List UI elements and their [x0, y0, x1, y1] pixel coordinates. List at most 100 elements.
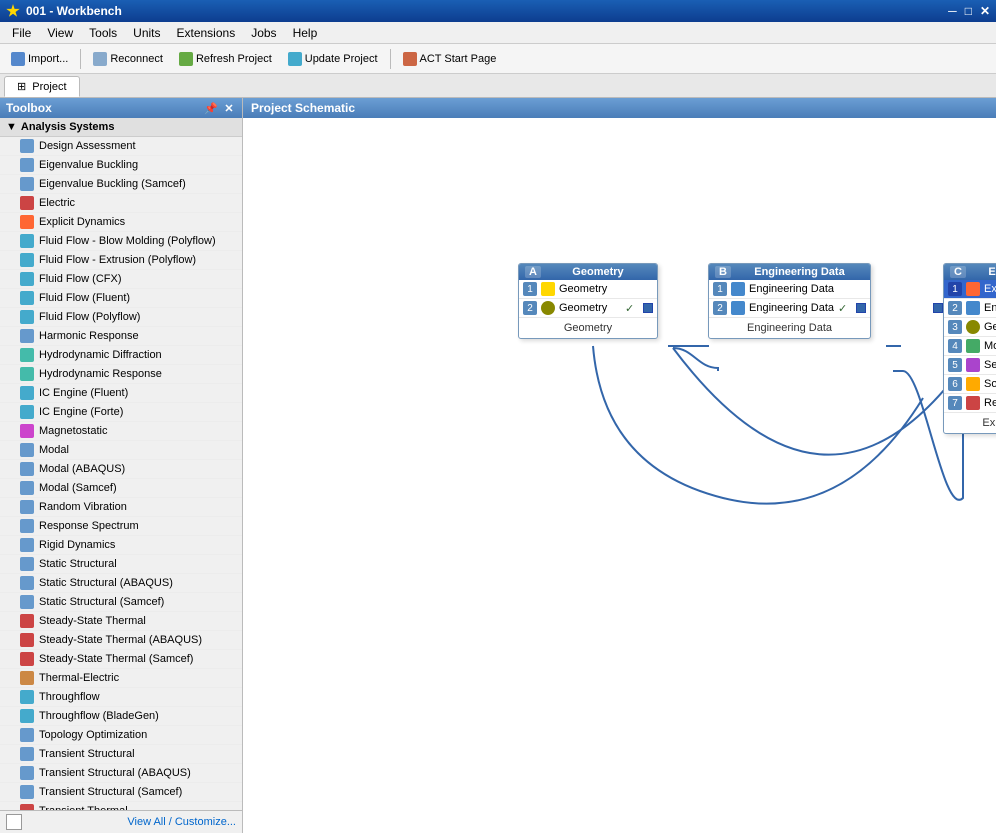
block-c: C Explicit Dynamics 1 Explicit Dynamics … — [943, 263, 996, 434]
menu-units[interactable]: Units — [125, 24, 168, 42]
block-b-row-2[interactable]: 2 Engineering Data ✓ — [709, 299, 870, 318]
menu-tools[interactable]: Tools — [81, 24, 125, 42]
item-label: Thermal-Electric — [39, 672, 119, 684]
toolbox-header-actions: 📌 ✕ — [204, 101, 236, 115]
toolbox-item-explicit-dynamics[interactable]: Explicit Dynamics — [0, 213, 242, 232]
analysis-systems-section[interactable]: ▼ Analysis Systems — [0, 118, 242, 137]
toolbox-item-hydro-response[interactable]: Hydrodynamic Response — [0, 365, 242, 384]
block-c-footer: Explicit Dynamics — [944, 413, 996, 433]
toolbox-item-transient-thermal[interactable]: Transient Thermal — [0, 802, 242, 810]
toolbox-item-rigid-dynamics[interactable]: Rigid Dynamics — [0, 536, 242, 555]
toolbox-item-fluid-extrusion[interactable]: Fluid Flow - Extrusion (Polyflow) — [0, 251, 242, 270]
row-num-4: 4 — [948, 339, 962, 353]
toolbox-item-ic-engine-fluent[interactable]: IC Engine (Fluent) — [0, 384, 242, 403]
toolbox-item-static-structural-samcef[interactable]: Static Structural (Samcef) — [0, 593, 242, 612]
toolbox-item-fluid-polyflow[interactable]: Fluid Flow (Polyflow) — [0, 308, 242, 327]
explicit-dynamics-icon — [20, 215, 34, 229]
block-c-row-1[interactable]: 1 Explicit Dynamics — [944, 280, 996, 299]
results-icon — [966, 396, 980, 410]
toolbox-item-modal-samcef[interactable]: Modal (Samcef) — [0, 479, 242, 498]
maximize-btn[interactable]: □ — [965, 4, 972, 18]
item-label: Fluid Flow (Polyflow) — [39, 311, 140, 323]
menu-extensions[interactable]: Extensions — [169, 24, 244, 42]
import-label: Import... — [28, 53, 68, 65]
item-label: Hydrodynamic Diffraction — [39, 349, 162, 361]
block-c-letter: C — [950, 266, 966, 278]
toolbox-item-harmonic-response[interactable]: Harmonic Response — [0, 327, 242, 346]
block-c-row-7[interactable]: 7 Results ⚡ ▸ — [944, 394, 996, 413]
close-btn[interactable]: ✕ — [980, 4, 990, 18]
toolbox-item-throughflow-bladegen[interactable]: Throughflow (BladeGen) — [0, 707, 242, 726]
tab-project[interactable]: ⊞ Project — [4, 76, 80, 97]
design-assessment-icon — [20, 139, 34, 153]
item-label: Fluid Flow - Blow Molding (Polyflow) — [39, 235, 216, 247]
menu-view[interactable]: View — [39, 24, 81, 42]
toolbox-item-hydro-diffraction[interactable]: Hydrodynamic Diffraction — [0, 346, 242, 365]
project-tab-icon: ⊞ — [17, 81, 26, 93]
block-c-row-6[interactable]: 6 Solution ⚡ ▸ — [944, 375, 996, 394]
toolbox-item-topology-optimization[interactable]: Topology Optimization — [0, 726, 242, 745]
tabs-bar: ⊞ Project — [0, 74, 996, 98]
act-start-page-button[interactable]: ACT Start Page — [396, 49, 504, 69]
view-all-link[interactable]: View All / Customize... — [127, 816, 236, 828]
toolbox-item-magnetostatic[interactable]: Magnetostatic — [0, 422, 242, 441]
toolbox-item-transient-structural-samcef[interactable]: Transient Structural (Samcef) — [0, 783, 242, 802]
item-label: Explicit Dynamics — [39, 216, 125, 228]
block-a-row-1[interactable]: 1 Geometry — [519, 280, 657, 299]
minimize-btn[interactable]: ─ — [948, 4, 957, 18]
schematic-content[interactable]: A Geometry 1 Geometry 2 Geometry ✓ Geome… — [243, 118, 996, 833]
toolbox-item-modal-abaqus[interactable]: Modal (ABAQUS) — [0, 460, 242, 479]
toolbox-item-thermal-electric[interactable]: Thermal-Electric — [0, 669, 242, 688]
toolbox-item-steady-state-samcef[interactable]: Steady-State Thermal (Samcef) — [0, 650, 242, 669]
toolbox-item-design-assessment[interactable]: Design Assessment — [0, 137, 242, 156]
toolbox-item-fluid-blow[interactable]: Fluid Flow - Blow Molding (Polyflow) — [0, 232, 242, 251]
toolbox-pin-btn[interactable]: 📌 — [204, 101, 218, 115]
update-project-button[interactable]: Update Project — [281, 49, 385, 69]
toolbox-item-fluid-fluent[interactable]: Fluid Flow (Fluent) — [0, 289, 242, 308]
toolbox-item-eigenvalue-buckling[interactable]: Eigenvalue Buckling — [0, 156, 242, 175]
reconnect-button[interactable]: Reconnect — [86, 49, 170, 69]
toolbox-item-eigenvalue-buckling-samcef[interactable]: Eigenvalue Buckling (Samcef) — [0, 175, 242, 194]
import-button[interactable]: Import... — [4, 49, 75, 69]
transient-structural-abaqus-icon — [20, 766, 34, 780]
item-label: Steady-State Thermal (Samcef) — [39, 653, 193, 665]
toolbox-item-electric[interactable]: Electric — [0, 194, 242, 213]
main-layout: Toolbox 📌 ✕ ▼ Analysis Systems Design As… — [0, 98, 996, 833]
toolbox-item-static-structural-abaqus[interactable]: Static Structural (ABAQUS) — [0, 574, 242, 593]
section-label: Analysis Systems — [21, 121, 115, 133]
toolbox-item-steady-state-thermal[interactable]: Steady-State Thermal — [0, 612, 242, 631]
modal-abaqus-icon — [20, 462, 34, 476]
refresh-project-button[interactable]: Refresh Project — [172, 49, 279, 69]
toolbox-close-btn[interactable]: ✕ — [222, 101, 236, 115]
toolbox-item-ic-engine-forte[interactable]: IC Engine (Forte) — [0, 403, 242, 422]
toolbox-item-fluid-cfx[interactable]: Fluid Flow (CFX) — [0, 270, 242, 289]
row-label: Geometry — [559, 302, 621, 314]
block-c-row-4[interactable]: 4 Model ✓ ▸ — [944, 337, 996, 356]
schematic-title: Project Schematic — [251, 101, 355, 115]
toolbox-item-modal[interactable]: Modal — [0, 441, 242, 460]
item-label: Eigenvalue Buckling — [39, 159, 138, 171]
toolbox-content[interactable]: ▼ Analysis Systems Design Assessment Eig… — [0, 118, 242, 810]
toolbox-item-random-vibration[interactable]: Random Vibration — [0, 498, 242, 517]
toolbox-item-throughflow[interactable]: Throughflow — [0, 688, 242, 707]
menu-file[interactable]: File — [4, 24, 39, 42]
menu-help[interactable]: Help — [285, 24, 326, 42]
block-c-row-2[interactable]: 2 Engineering Data ✓ ▸ — [944, 299, 996, 318]
fluid-cfx-icon — [20, 272, 34, 286]
menu-jobs[interactable]: Jobs — [243, 24, 284, 42]
block-b-row-1[interactable]: 1 Engineering Data — [709, 280, 870, 299]
toolbox-search-input[interactable] — [6, 814, 22, 830]
toolbox-item-transient-structural-abaqus[interactable]: Transient Structural (ABAQUS) — [0, 764, 242, 783]
block-c-row-3[interactable]: 3 Geometry ✓ ▸ — [944, 318, 996, 337]
row-label: Engineering Data — [749, 302, 834, 314]
toolbox-item-transient-structural[interactable]: Transient Structural — [0, 745, 242, 764]
block-a-row-2[interactable]: 2 Geometry ✓ — [519, 299, 657, 318]
item-label: Magnetostatic — [39, 425, 107, 437]
item-label: Steady-State Thermal (ABAQUS) — [39, 634, 202, 646]
toolbox-item-steady-state-abaqus[interactable]: Steady-State Thermal (ABAQUS) — [0, 631, 242, 650]
steady-state-samcef-icon — [20, 652, 34, 666]
toolbox-item-static-structural[interactable]: Static Structural — [0, 555, 242, 574]
toolbox-item-response-spectrum[interactable]: Response Spectrum — [0, 517, 242, 536]
item-label: Hydrodynamic Response — [39, 368, 162, 380]
block-c-row-5[interactable]: 5 Setup ⚡ ▸ — [944, 356, 996, 375]
